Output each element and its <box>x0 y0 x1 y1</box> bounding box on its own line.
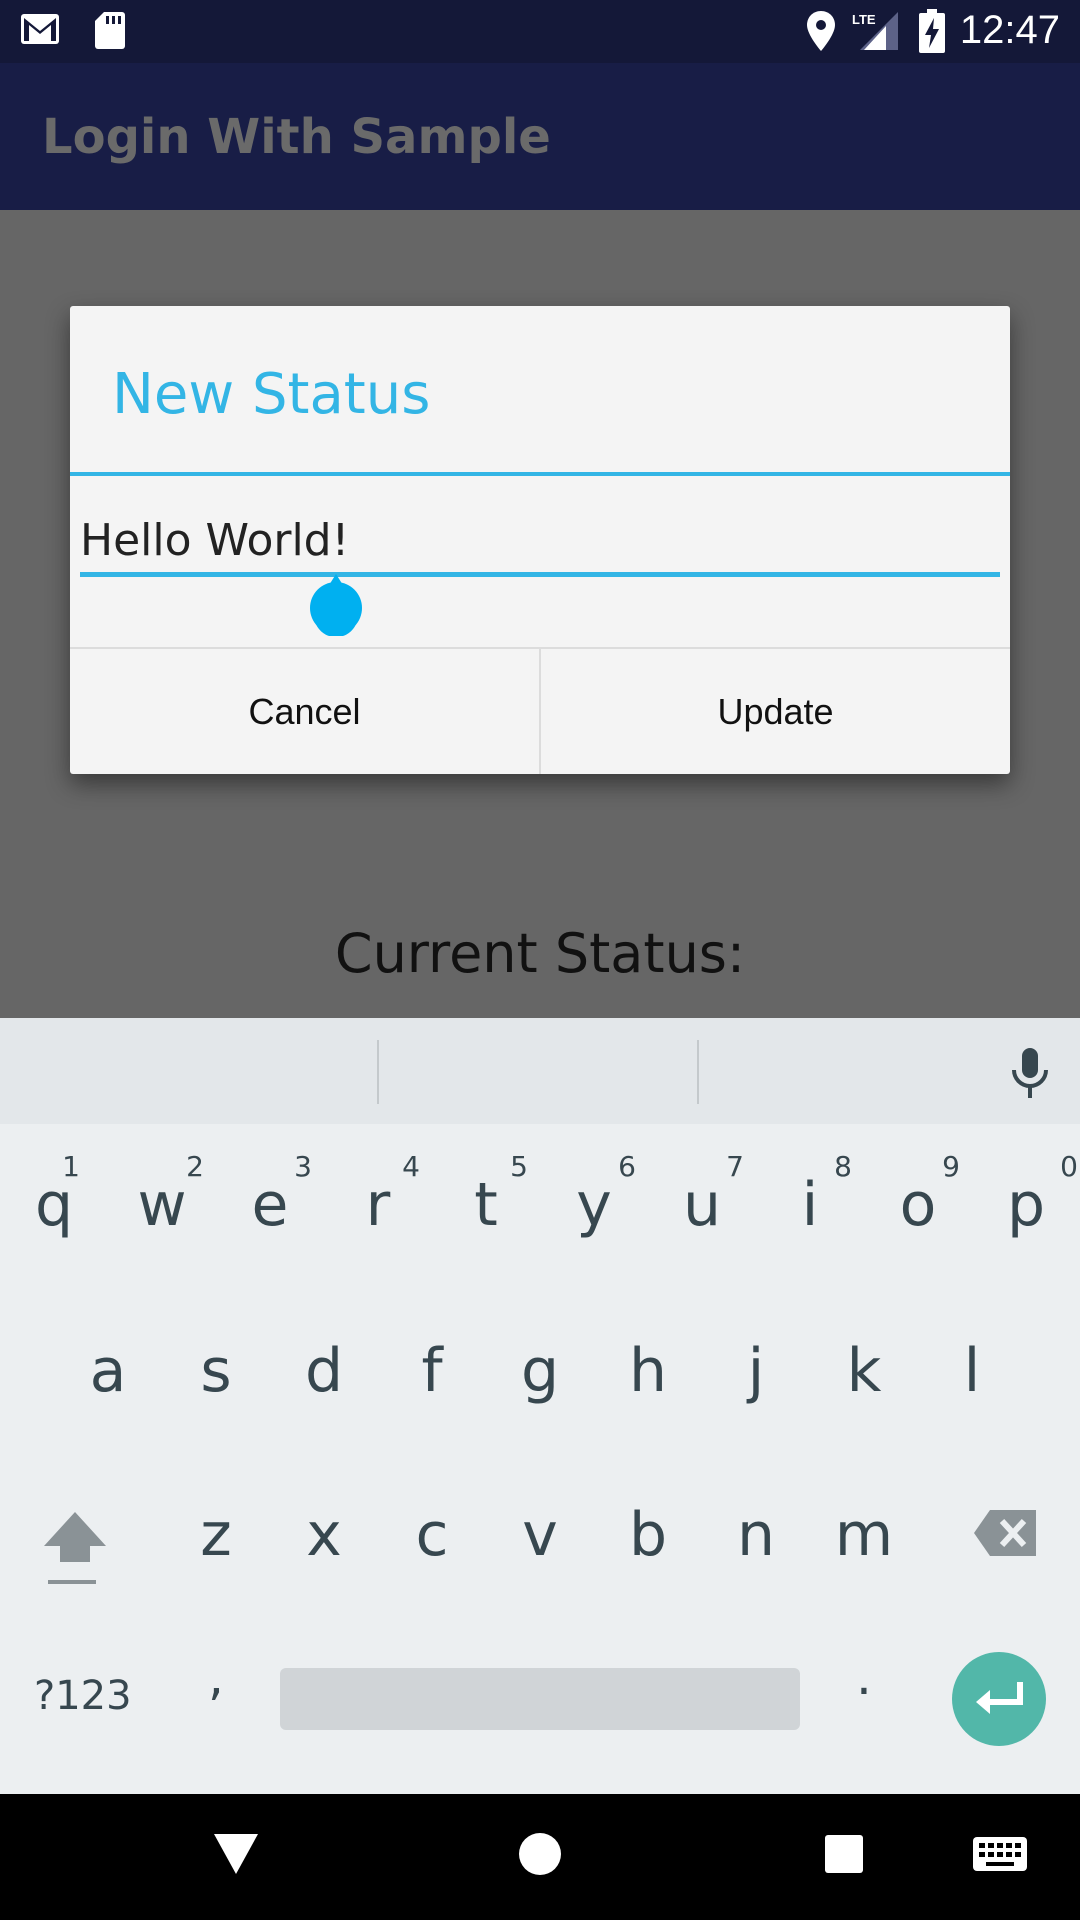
key-x[interactable]: x <box>284 1500 364 1570</box>
keyboard-switch-icon[interactable] <box>972 1836 1028 1876</box>
battery-charging-icon <box>919 9 945 53</box>
key-g[interactable]: g <box>500 1336 580 1406</box>
enter-icon <box>976 1682 1023 1714</box>
key-t[interactable]: t5 <box>446 1150 528 1240</box>
key-b[interactable]: b <box>608 1500 688 1570</box>
backspace-icon[interactable] <box>972 1508 1038 1558</box>
key-w[interactable]: w2 <box>122 1150 204 1240</box>
home-icon[interactable] <box>518 1832 562 1876</box>
navigation-bar <box>0 1794 1080 1920</box>
text-cursor-handle-icon[interactable] <box>308 572 364 636</box>
key-l[interactable]: l <box>932 1336 1012 1406</box>
key-z[interactable]: z <box>176 1500 256 1570</box>
clock: 12:47 <box>959 8 1060 52</box>
key-e[interactable]: e3 <box>230 1150 312 1240</box>
dialog-title: New Status <box>112 362 431 427</box>
soft-keyboard: q1 w2 e3 r4 t5 y6 u7 i8 o9 p0 a s d f g … <box>0 1018 1080 1794</box>
svg-text:LTE: LTE <box>852 12 876 27</box>
key-n[interactable]: n <box>716 1500 796 1570</box>
key-h[interactable]: h <box>608 1336 688 1406</box>
suggestion-strip <box>0 1018 1080 1124</box>
location-icon <box>807 11 835 51</box>
shift-icon[interactable] <box>40 1508 110 1592</box>
app-title: Login With Sample <box>42 109 551 165</box>
microphone-icon[interactable] <box>1010 1046 1050 1100</box>
cancel-button[interactable]: Cancel <box>70 649 539 774</box>
dialog-title-divider <box>70 472 1010 476</box>
space-bar[interactable] <box>280 1668 800 1730</box>
key-u[interactable]: u7 <box>662 1150 744 1240</box>
suggestion-divider <box>697 1040 699 1104</box>
input-underline <box>80 572 1000 577</box>
lte-signal-icon: LTE <box>852 12 898 50</box>
enter-button[interactable] <box>952 1652 1046 1746</box>
key-v[interactable]: v <box>500 1500 580 1570</box>
symbols-key[interactable]: ?123 <box>34 1673 132 1719</box>
sd-card-icon <box>95 12 125 49</box>
key-p[interactable]: p0 <box>986 1150 1078 1240</box>
back-icon[interactable] <box>212 1832 260 1876</box>
key-i[interactable]: i8 <box>770 1150 852 1240</box>
app-bar: Login With Sample <box>0 63 1080 210</box>
key-o[interactable]: o9 <box>878 1150 960 1240</box>
current-status-label: Current Status: <box>334 922 746 985</box>
key-s[interactable]: s <box>176 1336 256 1406</box>
status-bar: LTE 12:47 <box>0 0 1080 63</box>
key-comma[interactable]: , <box>176 1648 256 1706</box>
key-f[interactable]: f <box>392 1336 472 1406</box>
new-status-dialog: New Status Cancel Update <box>70 306 1010 774</box>
key-d[interactable]: d <box>284 1336 364 1406</box>
update-button[interactable]: Update <box>541 649 1010 774</box>
suggestion-divider <box>377 1040 379 1104</box>
key-y[interactable]: y6 <box>554 1150 636 1240</box>
recents-icon[interactable] <box>824 1834 864 1874</box>
key-r[interactable]: r4 <box>338 1150 420 1240</box>
key-q[interactable]: q1 <box>14 1150 94 1240</box>
key-k[interactable]: k <box>824 1336 904 1406</box>
key-j[interactable]: j <box>716 1336 796 1406</box>
key-m[interactable]: m <box>824 1500 904 1570</box>
gmail-icon <box>21 14 59 44</box>
key-c[interactable]: c <box>392 1500 472 1570</box>
status-input[interactable] <box>80 510 1000 570</box>
key-period[interactable]: . <box>824 1648 904 1706</box>
key-a[interactable]: a <box>68 1336 148 1406</box>
